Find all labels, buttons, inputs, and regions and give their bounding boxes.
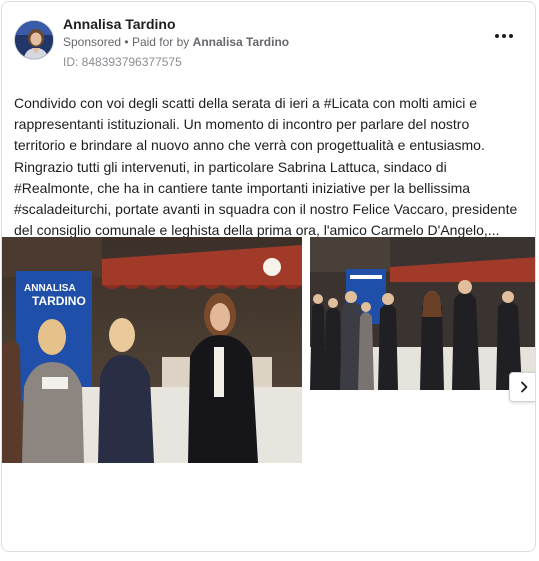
sponsored-line: Sponsored • Paid for by Annalisa Tardino xyxy=(63,35,289,49)
ad-id: ID: 848393796377575 xyxy=(63,55,182,69)
advertiser-name[interactable]: Annalisa Tardino xyxy=(63,16,176,32)
post-photo-1[interactable]: ANNALISA TARDINO xyxy=(2,237,302,463)
post-text: Condivido con voi degli scatti della ser… xyxy=(14,95,518,239)
banner-line-1: ANNALISA xyxy=(24,283,76,294)
paid-for-name: Annalisa Tardino xyxy=(192,35,290,49)
event-photo-1: ANNALISA TARDINO xyxy=(2,237,302,463)
sponsored-label: Sponsored xyxy=(63,35,122,49)
event-photo-2 xyxy=(310,237,535,390)
separator-dot: • xyxy=(124,35,129,49)
next-image-button[interactable] xyxy=(509,372,535,402)
avatar[interactable] xyxy=(14,20,54,60)
banner-line-2: TARDINO xyxy=(32,294,86,308)
avatar-image xyxy=(15,21,53,59)
paid-for-label: Paid for by xyxy=(131,35,190,49)
ad-card: Annalisa Tardino Sponsored • Paid for by… xyxy=(1,1,536,552)
more-options-icon[interactable] xyxy=(495,28,515,44)
chevron-right-icon xyxy=(521,381,528,393)
post-photo-2[interactable] xyxy=(310,237,535,390)
